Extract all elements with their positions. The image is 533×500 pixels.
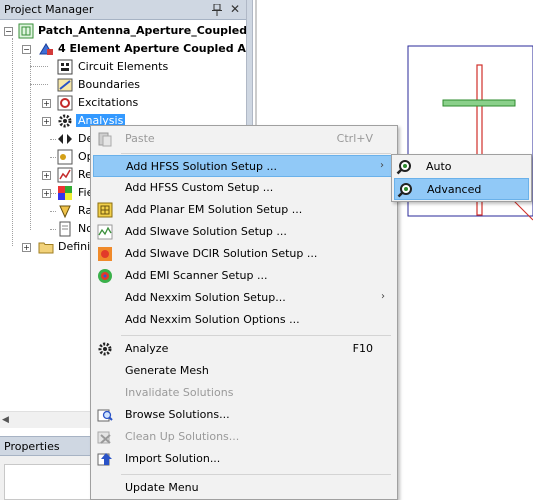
hfss-setup-icon [397,183,412,198]
tree-item-results[interactable]: + Re [0,166,92,184]
menu-separator [121,335,391,336]
pin-icon[interactable] [212,4,222,16]
tree-item-radiation[interactable]: Ra [0,202,92,220]
menu-item-generate-mesh[interactable]: Generate Mesh [93,360,395,382]
menu-item-add-planar-em-setup[interactable]: Add Planar EM Solution Setup ... [93,199,395,221]
menu-item-add-nexxim-options[interactable]: Add Nexxim Solution Options ... [93,309,395,331]
analyze-gear-icon [98,342,112,356]
tree-item-excitations[interactable]: + Excitations [0,94,246,112]
tree-label: Boundaries [78,78,141,91]
menu-item-add-siwave-dcir-setup[interactable]: Add SIwave DCIR Solution Setup ... [93,243,395,265]
project-name: Patch_Antenna_Aperture_Coupled_4 [38,24,261,37]
properties-title: Properties [4,440,60,453]
submenu-item-auto[interactable]: Auto [394,156,529,178]
excitations-icon [57,95,73,111]
tree-label: Excitations [78,96,139,109]
submenu-item-advanced[interactable]: Advanced [394,178,529,200]
field-overlays-icon [58,186,72,200]
browse-solutions-icon [97,409,113,422]
submenu-arrow-icon: › [380,160,384,171]
import-solution-icon [97,453,112,466]
tree-item-design-datasets[interactable]: De [0,130,93,148]
context-menu: Paste Ctrl+V Add HFSS Solution Setup ...… [90,125,398,500]
siwave-icon [97,224,113,240]
aperture-slot [442,99,516,107]
datasets-icon [58,134,72,144]
folder-icon [38,242,54,254]
radiation-icon [59,205,71,219]
menu-item-import-solution[interactable]: Import Solution... [93,448,395,470]
hfss-setup-submenu: Auto Advanced [391,154,532,202]
submenu-arrow-icon: › [381,291,385,302]
tree-item-circuit-elements[interactable]: Circuit Elements [0,58,246,76]
menu-item-add-hfss-custom-setup[interactable]: Add HFSS Custom Setup ... [93,177,395,199]
tree-item-notes[interactable]: No [0,220,93,238]
menu-item-analyze[interactable]: Analyze F10 [93,338,395,360]
notes-icon [59,221,71,237]
collapse-icon[interactable]: − [22,45,31,54]
expand-icon[interactable]: + [42,189,51,198]
hfss-setup-icon [396,160,411,175]
expand-icon[interactable]: + [42,99,51,108]
menu-separator [121,153,391,154]
menu-item-add-hfss-solution-setup[interactable]: Add HFSS Solution Setup ... › [93,155,395,177]
tree-item-design[interactable]: − 4 Element Aperture Coupled Ante [0,40,266,58]
analysis-gear-icon [58,114,72,128]
tree-item-optimetrics[interactable]: Op [0,148,94,166]
results-icon [57,167,73,183]
menu-item-paste[interactable]: Paste Ctrl+V [93,128,395,150]
design-icon [39,43,53,55]
tree-label: Circuit Elements [78,60,169,73]
menu-separator [121,474,391,475]
project-icon [18,23,34,39]
menu-item-add-siwave-setup[interactable]: Add SIwave Solution Setup ... [93,221,395,243]
menu-item-clean-up-solutions[interactable]: Clean Up Solutions... [93,426,395,448]
optimetrics-icon [57,149,73,165]
scroll-left-icon[interactable]: ◀ [2,415,9,425]
menu-item-update-menu[interactable]: Update Menu [93,477,395,499]
menu-item-add-nexxim-setup[interactable]: Add Nexxim Solution Setup... › [93,287,395,309]
paste-icon [98,132,112,147]
tree-item-field-overlays[interactable]: + Fie [0,184,93,202]
collapse-icon[interactable]: − [4,27,13,36]
tree-item-boundaries[interactable]: Boundaries [0,76,246,94]
clean-up-icon [97,431,111,444]
close-icon[interactable]: ✕ [230,2,240,16]
menu-item-invalidate-solutions[interactable]: Invalidate Solutions [93,382,395,404]
planar-em-icon [97,202,113,218]
design-name: 4 Element Aperture Coupled Ante [58,42,267,55]
emi-scanner-icon [98,269,112,283]
expand-icon[interactable]: + [42,117,51,126]
circuit-elements-icon [57,59,73,75]
expand-icon[interactable]: + [42,171,51,180]
menu-item-browse-solutions[interactable]: Browse Solutions... [93,404,395,426]
project-manager-header: Project Manager ✕ [0,0,246,20]
boundaries-icon [57,78,73,92]
project-manager-title: Project Manager [4,3,94,16]
expand-icon[interactable]: + [22,243,31,252]
tree-item-definitions[interactable]: + Definiti [0,238,98,256]
menu-item-add-emi-scanner-setup[interactable]: Add EMI Scanner Setup ... [93,265,395,287]
siwave-dcir-icon [98,247,112,261]
tree-item-project[interactable]: − Patch_Antenna_Aperture_Coupled_4 [0,22,260,40]
